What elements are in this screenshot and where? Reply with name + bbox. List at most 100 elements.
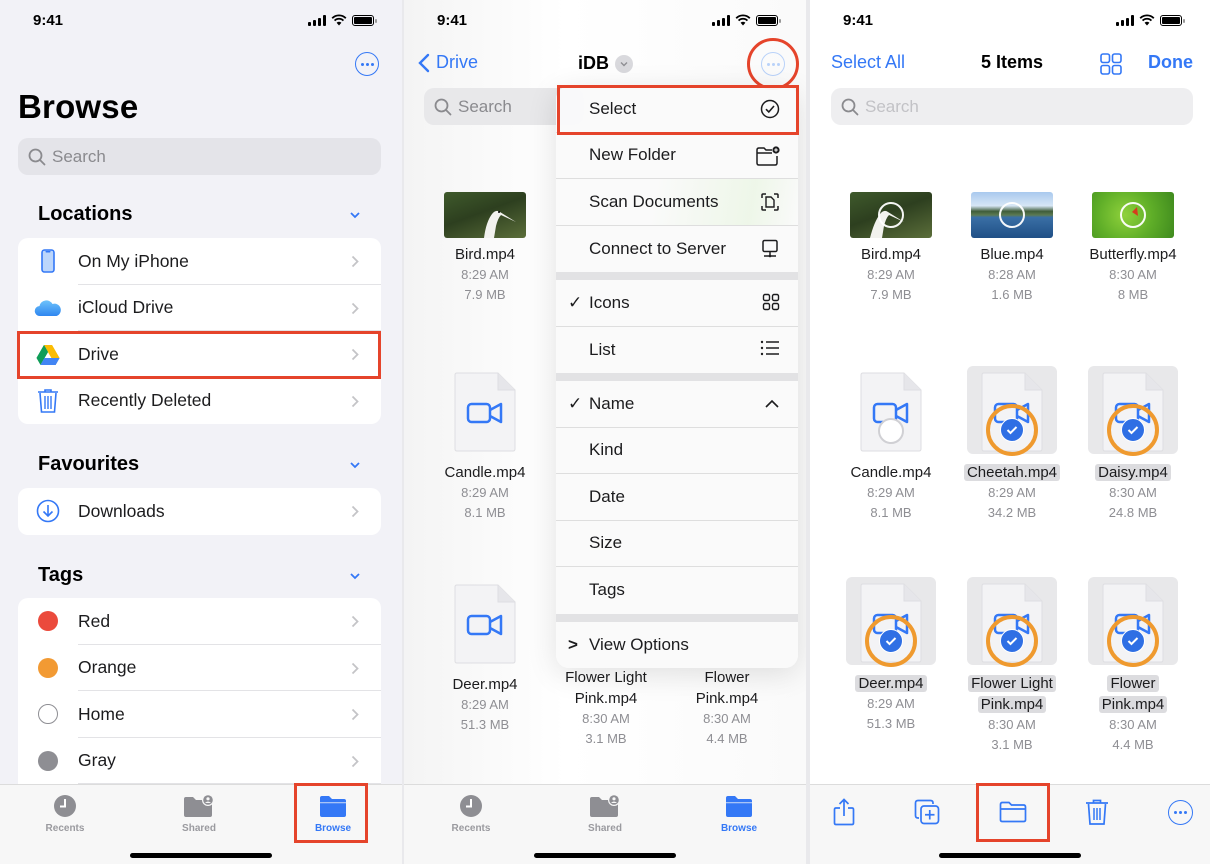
file-name-line1: Flower bbox=[704, 669, 750, 686]
share-button[interactable] bbox=[827, 797, 861, 827]
file-item[interactable]: Candle.mp4 8:29 AM 8.1 MB bbox=[425, 366, 545, 523]
location-on-my-iphone[interactable]: On My iPhone bbox=[18, 238, 381, 285]
chevron-down-icon[interactable] bbox=[350, 460, 360, 470]
google-drive-icon bbox=[36, 344, 60, 365]
favourite-downloads[interactable]: Downloads bbox=[18, 488, 381, 535]
duplicate-button[interactable] bbox=[910, 797, 944, 827]
file-item[interactable]: Butterfly.mp4 8:30 AM 8 MB bbox=[1073, 192, 1193, 305]
tab-browse[interactable]: Browse bbox=[694, 793, 784, 834]
location-recently-deleted[interactable]: Recently Deleted bbox=[18, 378, 381, 425]
menu-label: Connect to Server bbox=[589, 238, 727, 258]
file-item-selected[interactable]: Cheetah.mp4 8:29 AM 34.2 MB bbox=[952, 366, 1072, 523]
file-name: Bird.mp4 bbox=[454, 246, 516, 263]
cellular-signal-icon bbox=[1116, 14, 1134, 26]
file-size: 3.1 MB bbox=[991, 737, 1033, 752]
menu-item-new-folder[interactable]: New Folder bbox=[556, 133, 798, 179]
move-button[interactable] bbox=[996, 797, 1030, 827]
favourites-header[interactable]: Favourites bbox=[38, 453, 139, 476]
menu-label: List bbox=[589, 339, 616, 359]
tab-bar: Recents Shared Browse bbox=[0, 784, 402, 864]
back-button[interactable]: Drive bbox=[418, 52, 478, 73]
selection-toolbar bbox=[810, 784, 1210, 864]
menu-item-connect-to-server[interactable]: Connect to Server bbox=[556, 226, 798, 273]
tab-label: Shared bbox=[182, 823, 216, 834]
file-item-selected[interactable]: Daisy.mp4 8:30 AM 24.8 MB bbox=[1073, 366, 1193, 523]
tag-gray[interactable]: Gray bbox=[18, 738, 381, 784]
file-item[interactable]: Bird.mp4 8:29 AM 7.9 MB bbox=[425, 192, 545, 305]
more-actions-button[interactable] bbox=[1163, 797, 1197, 827]
menu-item-view-options[interactable]: > View Options bbox=[556, 622, 798, 669]
menu-item-scan-documents[interactable]: Scan Documents bbox=[556, 179, 798, 226]
location-drive[interactable]: Drive bbox=[18, 331, 381, 378]
menu-item-sort-date[interactable]: Date bbox=[556, 474, 798, 521]
tab-bar: Recents Shared Browse bbox=[404, 784, 806, 864]
file-size: 8.1 MB bbox=[870, 505, 912, 520]
orange-tag-dot bbox=[38, 657, 58, 678]
grid-view-button[interactable] bbox=[1100, 53, 1122, 75]
tab-shared[interactable]: Shared bbox=[154, 793, 244, 834]
chevron-down-icon[interactable] bbox=[350, 571, 360, 581]
tab-recents[interactable]: Recents bbox=[426, 793, 516, 834]
done-button[interactable]: Done bbox=[1148, 52, 1193, 73]
search-input[interactable]: Search bbox=[18, 138, 381, 175]
file-size: 51.3 MB bbox=[460, 717, 510, 732]
selection-circle[interactable] bbox=[878, 418, 904, 444]
menu-label: Tags bbox=[589, 580, 625, 600]
location-label: iCloud Drive bbox=[78, 297, 174, 318]
location-icloud-drive[interactable]: iCloud Drive bbox=[18, 285, 381, 331]
trash-icon bbox=[1086, 799, 1108, 825]
file-time: 8:29 AM bbox=[867, 696, 915, 711]
selection-circle[interactable] bbox=[999, 202, 1025, 228]
checkmark-icon: ✓ bbox=[568, 292, 583, 312]
menu-item-select[interactable]: Select bbox=[556, 86, 798, 133]
menu-item-sort-size[interactable]: Size bbox=[556, 521, 798, 567]
search-placeholder: Search bbox=[865, 96, 919, 116]
file-item[interactable]: Bird.mp4 8:29 AM 7.9 MB bbox=[831, 192, 951, 305]
tag-orange[interactable]: Orange bbox=[18, 645, 381, 691]
menu-item-sort-tags[interactable]: Tags bbox=[556, 567, 798, 614]
locations-header[interactable]: Locations bbox=[38, 203, 132, 226]
file-time: 8:30 AM bbox=[988, 717, 1036, 732]
select-all-button[interactable]: Select All bbox=[831, 52, 905, 73]
file-item-selected[interactable]: Flower Light Pink.mp4 8:30 AM 3.1 MB bbox=[952, 577, 1072, 755]
more-options-button[interactable] bbox=[355, 52, 379, 76]
tab-browse[interactable]: Browse bbox=[288, 793, 378, 834]
menu-item-sort-kind[interactable]: Kind bbox=[556, 428, 798, 474]
file-item-selected[interactable]: Deer.mp4 8:29 AM 51.3 MB bbox=[831, 577, 951, 734]
wifi-icon bbox=[735, 14, 751, 26]
file-size: 4.4 MB bbox=[706, 731, 748, 746]
selection-highlight-ring bbox=[986, 615, 1038, 667]
file-item[interactable]: Blue.mp4 8:28 AM 1.6 MB bbox=[952, 192, 1072, 305]
file-item-selected[interactable]: Flower Pink.mp4 8:30 AM 4.4 MB bbox=[1073, 577, 1193, 755]
tags-list: Red Orange Home Gray bbox=[18, 598, 381, 798]
file-item[interactable]: Candle.mp4 8:29 AM 8.1 MB bbox=[831, 366, 951, 523]
file-item[interactable]: Deer.mp4 8:29 AM 51.3 MB bbox=[425, 578, 545, 735]
menu-item-list[interactable]: List bbox=[556, 327, 798, 374]
file-item[interactable]: Flower Pink.mp4 8:30 AM 4.4 MB bbox=[667, 667, 787, 749]
search-icon bbox=[28, 148, 46, 165]
tab-recents[interactable]: Recents bbox=[20, 793, 110, 834]
file-item[interactable]: Flower Light Pink.mp4 8:30 AM 3.1 MB bbox=[546, 667, 666, 749]
file-size: 8.1 MB bbox=[464, 505, 506, 520]
video-thumbnail-lake bbox=[971, 192, 1053, 238]
tag-red[interactable]: Red bbox=[18, 598, 381, 645]
file-name-line1: Flower Light bbox=[968, 675, 1056, 692]
chevron-down-icon[interactable] bbox=[350, 210, 360, 220]
tag-home[interactable]: Home bbox=[18, 691, 381, 738]
icloud-icon bbox=[34, 300, 61, 316]
delete-button[interactable] bbox=[1080, 797, 1114, 827]
status-bar: 9:41 bbox=[404, 0, 806, 44]
selection-screen: 9:41 Select All 5 Items Done Search Bird… bbox=[810, 0, 1210, 864]
tags-header[interactable]: Tags bbox=[38, 564, 83, 587]
menu-item-sort-name[interactable]: ✓ Name bbox=[556, 381, 798, 428]
tab-shared[interactable]: Shared bbox=[560, 793, 650, 834]
menu-item-icons[interactable]: ✓ Icons bbox=[556, 280, 798, 327]
selection-circle[interactable] bbox=[878, 202, 904, 228]
search-placeholder: Search bbox=[458, 96, 512, 116]
selection-circle[interactable] bbox=[1120, 202, 1146, 228]
chevron-right-icon bbox=[351, 348, 359, 361]
file-time: 8:29 AM bbox=[867, 267, 915, 282]
search-input[interactable]: Search bbox=[831, 88, 1193, 125]
folder-title[interactable]: iDB bbox=[578, 53, 633, 74]
download-circle-icon bbox=[36, 499, 60, 523]
